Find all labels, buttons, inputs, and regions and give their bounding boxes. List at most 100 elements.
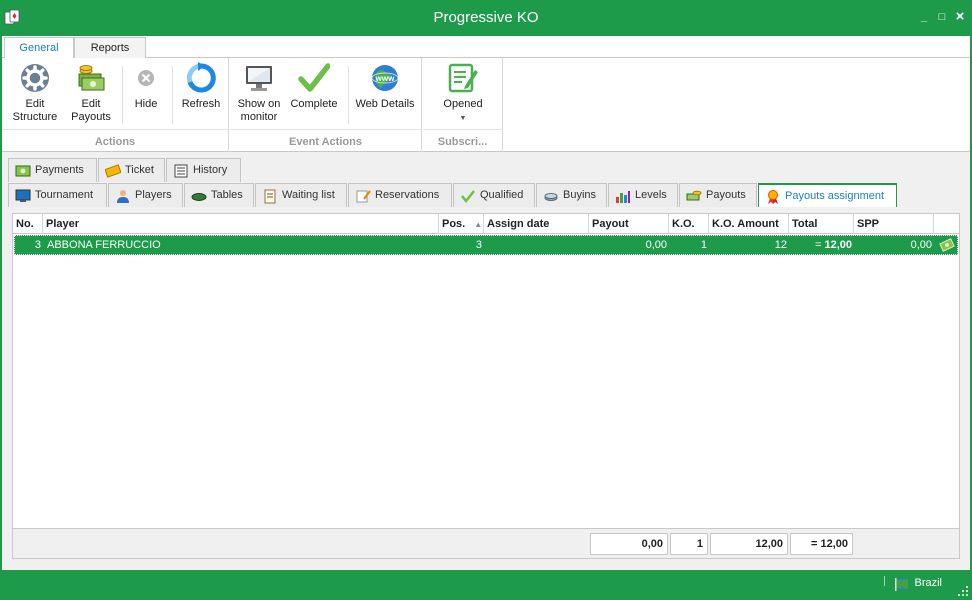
maximize-button[interactable]: □ (936, 11, 948, 23)
refresh-icon (186, 62, 216, 93)
footer-ko-amount-total: 12,00 (710, 533, 788, 555)
gear-icon (21, 64, 49, 92)
tab-label: Buyins (563, 189, 597, 201)
ribbon: Edit Structure Edit Payouts Hide Refresh… (2, 58, 970, 152)
tab-levels[interactable]: Levels (608, 183, 678, 207)
edit-payouts-label-1: Edit (81, 98, 101, 110)
tab-label: Reservations (375, 189, 440, 201)
cell-pos: 3 (475, 239, 482, 251)
main-content: Payments Ticket History Tournament Playe… (2, 152, 970, 570)
tab-payments[interactable]: Payments (8, 158, 97, 182)
web-details-button[interactable]: www Web Details (352, 62, 418, 111)
tab-waiting-list[interactable]: Waiting list (255, 183, 347, 207)
column-header-player[interactable]: Player (43, 214, 439, 234)
ribbon-group-actions: Edit Structure Edit Payouts Hide Refresh… (2, 58, 229, 152)
dropdown-arrow-icon: ▼ (459, 115, 467, 122)
group-label-subscriptions: Subscri... (437, 136, 488, 148)
money-icon (78, 65, 105, 91)
tab-label: Tables (211, 189, 243, 201)
cell-spp: 0,00 (910, 239, 932, 251)
award-ribbon-icon (768, 190, 778, 204)
column-header-spp[interactable]: SPP (854, 214, 934, 234)
tab-label: Waiting list (282, 189, 335, 201)
edit-note-icon (356, 190, 371, 203)
edit-payouts-label-2: Payouts (71, 111, 111, 123)
window-title: Progressive KO (433, 9, 539, 26)
ribbon-tab-general[interactable]: General (4, 37, 74, 59)
minimize-button[interactable]: _ (918, 11, 930, 23)
country-label: Brazil (914, 577, 942, 589)
tab-label: Payouts assignment (785, 190, 885, 202)
ribbon-group-event-actions: Show on monitor Complete www Web Details… (230, 58, 422, 152)
list-icon (174, 164, 188, 178)
footer-ko-total: 1 (670, 533, 708, 555)
opened-label: Opened (443, 98, 483, 110)
group-separator (423, 129, 502, 130)
cell-total-prefix: = (814, 239, 822, 251)
cell-payout: 0,00 (645, 239, 667, 251)
status-separator (884, 576, 885, 586)
resize-grip-icon[interactable] (958, 586, 968, 596)
footer-payout-total: 0,00 (590, 533, 668, 555)
tab-label: Players (135, 189, 172, 201)
table-row[interactable]: 3 ABBONA FERRUCCIO 3 0,00 1 12 = 12,00 0… (14, 235, 958, 255)
column-header-pos[interactable]: Pos. ▲ (439, 214, 484, 234)
chips-icon (544, 193, 558, 201)
tab-label: Payouts (706, 189, 746, 201)
column-header-ko-amount[interactable]: K.O. Amount (709, 214, 789, 234)
complete-button[interactable]: Complete (286, 62, 342, 111)
edit-structure-label-2: Structure (12, 111, 58, 123)
edit-document-icon (448, 63, 478, 93)
hide-label: Hide (134, 98, 158, 110)
tab-payouts[interactable]: Payouts (679, 183, 757, 207)
column-header-no[interactable]: No. (13, 214, 43, 234)
tab-history[interactable]: History (166, 158, 241, 182)
monitor-icon (15, 189, 31, 202)
opened-dropdown-button[interactable]: Opened ▼ (431, 62, 495, 125)
flag-icon (895, 578, 909, 591)
show-on-monitor-button[interactable]: Show on monitor (234, 62, 284, 124)
edit-structure-button[interactable]: Edit Structure (8, 62, 62, 124)
tab-reservations[interactable]: Reservations (348, 183, 452, 207)
tab-tournament[interactable]: Tournament (8, 183, 107, 207)
money-icon (686, 190, 702, 201)
column-header-payout[interactable]: Payout (589, 214, 669, 234)
footer-grand-total: = 12,00 (790, 533, 853, 555)
cell-ko-amount: 12 (774, 239, 787, 251)
tab-qualified[interactable]: Qualified (453, 183, 535, 207)
column-header-action (934, 214, 959, 234)
column-header-assign-date[interactable]: Assign date (484, 214, 589, 234)
close-button[interactable]: × (954, 9, 966, 24)
tab-label: Tournament (35, 189, 94, 201)
checkmark-icon (298, 63, 330, 92)
tab-label: Levels (635, 189, 667, 201)
ribbon-tab-reports[interactable]: Reports (74, 37, 146, 59)
tab-tables[interactable]: Tables (184, 183, 254, 207)
tab-payouts-assignment[interactable]: Payouts assignment (758, 183, 897, 207)
grid-footer: 0,00 1 12,00 = 12,00 (13, 528, 959, 558)
group-separator (230, 129, 421, 130)
ticket-icon (105, 164, 121, 178)
title-bar: Progressive KO _ □ × (0, 0, 972, 36)
column-header-ko[interactable]: K.O. (669, 214, 709, 234)
cell-total-value: 12,00 (824, 239, 852, 251)
sort-ascending-icon: ▲ (474, 220, 483, 229)
globe-icon: www (371, 65, 399, 91)
poker-table-icon (191, 193, 207, 201)
refresh-button[interactable]: Refresh (176, 62, 226, 111)
tab-label: Payments (35, 164, 84, 176)
edit-payouts-button[interactable]: Edit Payouts (64, 62, 118, 124)
checkmark-icon (461, 190, 475, 204)
complete-label: Complete (290, 98, 338, 110)
ribbon-separator (348, 66, 349, 124)
money-icon[interactable] (939, 237, 955, 253)
hide-button[interactable]: Hide (126, 62, 166, 111)
tab-buyins[interactable]: Buyins (536, 183, 607, 207)
tab-players[interactable]: Players (108, 183, 183, 207)
ribbon-group-subscriptions: Opened ▼ Subscri... (423, 58, 503, 152)
column-header-total[interactable]: Total (789, 214, 854, 234)
ribbon-tab-strip: General Reports (2, 36, 970, 59)
tab-label: Ticket (125, 164, 154, 176)
tab-ticket[interactable]: Ticket (98, 158, 165, 182)
country-indicator[interactable]: Brazil (894, 577, 942, 591)
